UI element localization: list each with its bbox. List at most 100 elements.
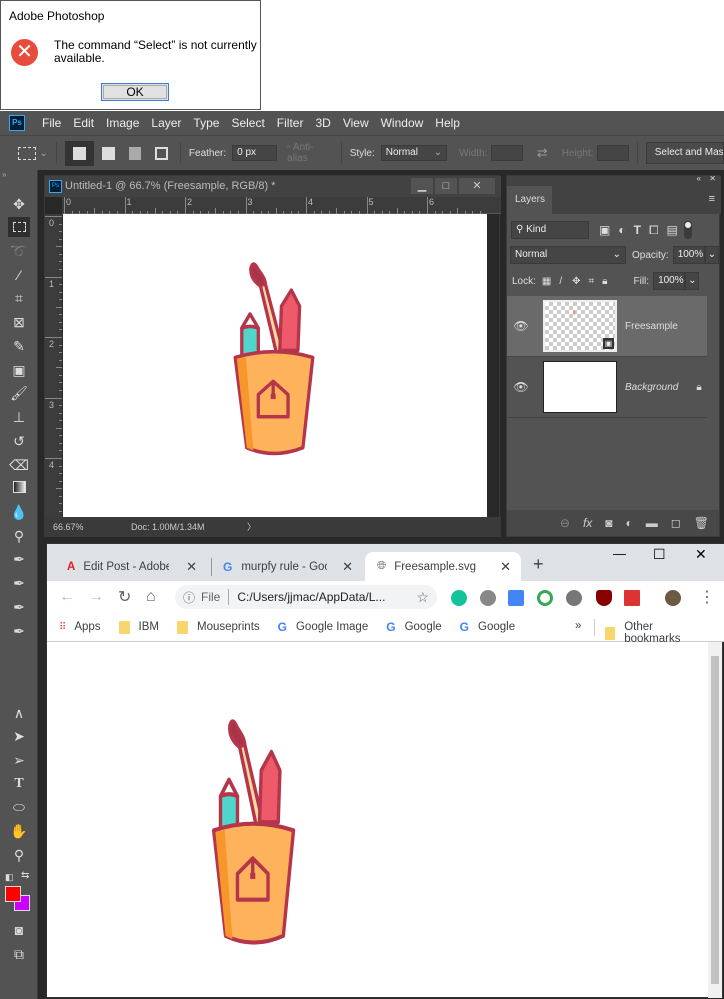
scrollbar-thumb[interactable] [711, 656, 719, 984]
profile-avatar[interactable] [665, 590, 681, 606]
menu-type[interactable]: Type [193, 116, 219, 130]
antialias-checkbox[interactable]: ▫ Anti-alias [287, 142, 333, 164]
fill-dropdown[interactable]: ⌄ [685, 272, 700, 290]
back-button[interactable]: ← [59, 588, 75, 606]
hand-tool-icon[interactable]: ✋ [8, 821, 30, 841]
new-tab-button[interactable]: + [533, 554, 544, 575]
bookmark-google[interactable]: G Google [386, 620, 441, 634]
menu-edit[interactable]: Edit [73, 116, 94, 130]
layer-name[interactable]: Background [625, 382, 678, 393]
filter-type-icon[interactable]: T [634, 223, 641, 237]
bookmarks-overflow-button[interactable]: » [575, 620, 581, 632]
direct-selection-icon[interactable]: ➢ [8, 750, 30, 770]
status-menu-arrow-icon[interactable]: 〉 [247, 517, 256, 537]
menu-window[interactable]: Window [381, 116, 424, 130]
lock-transparent-icon[interactable]: ▦ [542, 276, 551, 287]
lock-artboard-icon[interactable]: ⌗ [589, 276, 595, 287]
lasso-tool-icon[interactable]: ➰ [8, 241, 30, 261]
bookmark-ibm[interactable]: IBM [118, 620, 159, 634]
menu-layer[interactable]: Layer [151, 116, 181, 130]
eraser-icon[interactable]: ⌫ [8, 455, 30, 475]
extension-icon[interactable] [566, 590, 582, 606]
ellipse-tool-icon[interactable]: ⬭ [8, 797, 30, 817]
collapse-icon[interactable]: » [2, 170, 24, 180]
menu-help[interactable]: Help [435, 116, 460, 130]
canvas[interactable] [63, 214, 487, 517]
curvature-pen-icon[interactable]: ✒ [8, 621, 30, 641]
opacity-input[interactable]: 100% [672, 246, 705, 264]
crop-tool-icon[interactable]: ⌗ [8, 288, 30, 308]
close-tab-icon[interactable]: ✕ [500, 559, 511, 575]
lock-all-icon[interactable]: 🔒︎ [602, 276, 607, 287]
close-tab-icon[interactable]: ✕ [186, 559, 197, 575]
healing-brush-icon[interactable]: ▣ [8, 360, 30, 380]
dodge-tool-icon[interactable]: ⚲ [8, 526, 30, 546]
frame-tool-icon[interactable]: ⊠ [8, 312, 30, 332]
home-button[interactable]: ⌂ [146, 588, 156, 606]
filter-smart-object-icon[interactable]: ▤ [667, 223, 678, 237]
reload-button[interactable]: ↻ [118, 587, 131, 607]
bookmark-apps[interactable]: ⠿ Apps [59, 621, 101, 633]
filter-shape-icon[interactable]: ⧠ [649, 223, 659, 238]
move-tool-icon[interactable]: ✥ [8, 194, 30, 214]
new-group-icon[interactable]: ▬ [646, 516, 658, 530]
lock-position-icon[interactable]: ✥ [572, 276, 580, 287]
info-icon[interactable]: ⓘ [183, 589, 195, 606]
fx-icon[interactable]: fx [583, 516, 592, 530]
convert-point-icon[interactable]: ∧ [8, 703, 30, 723]
bookmark-mouseprints[interactable]: Mouseprints [177, 620, 260, 634]
chevron-down-icon[interactable]: ⌄ [40, 148, 48, 159]
add-mask-icon[interactable]: ◙ [605, 516, 612, 530]
blend-mode-select[interactable]: Normal ⌄ [510, 246, 626, 264]
width-input[interactable] [491, 145, 523, 161]
maximize-window-button[interactable]: ☐ [653, 546, 666, 563]
gradient-tool-icon[interactable] [8, 478, 30, 498]
filter-pixel-icon[interactable]: ▣ [599, 223, 610, 237]
google-translate-icon[interactable] [508, 590, 524, 606]
collapse-panel-icon[interactable]: « [697, 174, 701, 183]
magic-wand-icon[interactable]: ⁄ [8, 265, 30, 285]
adjustment-layer-icon[interactable]: ◐ [626, 516, 633, 530]
new-layer-icon[interactable]: ◻ [671, 516, 681, 530]
ok-button[interactable]: OK [101, 83, 169, 101]
delete-layer-icon[interactable]: 🗑︎ [694, 516, 709, 530]
marquee-preset-icon[interactable] [18, 146, 36, 160]
add-anchor-icon[interactable]: ✒ [8, 597, 30, 617]
screen-mode-icon[interactable]: ⧉ [8, 944, 30, 964]
clone-stamp-icon[interactable]: ⊥ [8, 407, 30, 427]
history-brush-icon[interactable]: ↺ [8, 431, 30, 451]
ublock-icon[interactable] [596, 590, 612, 606]
vertical-ruler[interactable]: 0 1 2 3 4 [45, 214, 62, 517]
zoom-level[interactable]: 66.67% [53, 517, 84, 537]
swap-colors-icon[interactable]: ⇆ [21, 870, 29, 881]
forward-button[interactable]: → [88, 588, 104, 606]
tab-layers[interactable]: Layers [507, 186, 552, 214]
extension-icon[interactable] [537, 590, 553, 606]
address-bar[interactable]: ⓘ File C:/Users/jjmac/AppData/L... ☆ [175, 585, 437, 609]
opacity-dropdown[interactable]: ⌄ [704, 246, 719, 264]
url-text[interactable]: C:/Users/jjmac/AppData/L... [237, 590, 385, 604]
bookmark-google-image[interactable]: G Google Image [278, 620, 369, 634]
eye-icon[interactable]: 👁︎ [507, 380, 535, 394]
brush-tool-icon[interactable]: 🖌 [8, 383, 30, 403]
new-selection-button[interactable] [64, 140, 94, 166]
menu-icon[interactable]: ⋮ [699, 587, 715, 607]
height-input[interactable] [597, 145, 629, 161]
quick-mask-icon[interactable]: ◙ [8, 920, 30, 940]
menu-view[interactable]: View [343, 116, 369, 130]
intersect-selection-icon[interactable] [155, 146, 168, 160]
filter-kind-select[interactable]: ⚲ Kind [511, 221, 589, 239]
filter-toggle[interactable] [683, 221, 692, 239]
close-panel-icon[interactable]: ✕ [709, 174, 716, 183]
add-selection-icon[interactable] [101, 146, 115, 160]
type-tool-icon[interactable]: T [8, 774, 30, 794]
grammarly-icon[interactable] [451, 590, 467, 606]
feather-input[interactable]: 0 px [232, 145, 278, 161]
link-layers-icon[interactable]: ⊖ [560, 516, 570, 530]
eye-icon[interactable]: 👁︎ [507, 319, 535, 333]
fill-input[interactable]: 100% [653, 272, 686, 290]
menu-image[interactable]: Image [106, 116, 139, 130]
bookmark-star-icon[interactable]: ☆ [416, 589, 429, 606]
menu-3d[interactable]: 3D [315, 116, 330, 130]
minimize-window-button[interactable]: — [613, 546, 626, 561]
